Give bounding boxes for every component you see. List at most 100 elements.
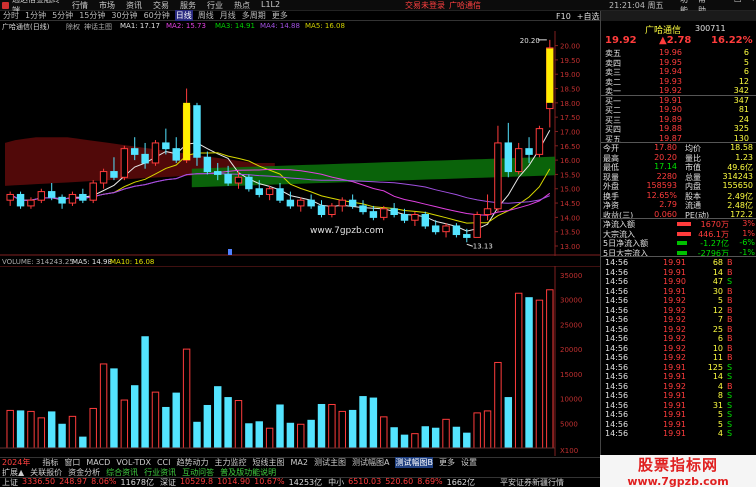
menu-item-2[interactable]: 资讯: [126, 0, 142, 11]
volume-bar[interactable]: [193, 421, 201, 449]
tick-row[interactable]: 14:56 19.91 30 B: [601, 287, 756, 297]
volume-bar[interactable]: [348, 409, 357, 449]
candle[interactable]: [245, 174, 253, 192]
volume-bar[interactable]: [245, 423, 253, 449]
flow-row[interactable]: 5日净流入额 -1.27亿 -6%: [601, 238, 756, 248]
volume-bar[interactable]: [131, 385, 139, 449]
volume-bar[interactable]: [390, 427, 398, 449]
volume-bar[interactable]: [328, 403, 336, 449]
candle[interactable]: [89, 180, 97, 204]
menu-item-6[interactable]: 热点: [234, 0, 250, 11]
period-tab-1[interactable]: 1分钟: [24, 10, 47, 21]
menu-item-5[interactable]: 行业: [207, 0, 223, 11]
menu-item-3[interactable]: 交易: [153, 0, 169, 11]
ask-row[interactable]: 卖二 19.93 12: [601, 77, 756, 87]
volume-bar[interactable]: [504, 397, 513, 449]
index-quote-0[interactable]: 上证 3336.50 248.97 8.06% 11678亿: [2, 477, 154, 487]
volume-bar[interactable]: [6, 409, 14, 449]
trade-login-status[interactable]: 交易未登录: [405, 0, 445, 11]
volume-bar[interactable]: [16, 410, 25, 449]
period-tab-4[interactable]: 30分钟: [110, 10, 138, 21]
volume-bar[interactable]: [525, 297, 533, 449]
stat-row[interactable]: 最高 20.20 量比 1.23: [601, 153, 756, 163]
index-quote-1[interactable]: 深证 10529.8 1014.90 10.67% 14253亿: [160, 477, 322, 487]
right-tool-1[interactable]: +自选: [577, 11, 600, 22]
volume-bar[interactable]: [110, 368, 118, 449]
volume-bar[interactable]: [442, 418, 450, 449]
volume-bar[interactable]: [141, 336, 149, 449]
period-tab-0[interactable]: 分时: [2, 10, 20, 21]
extension-tab-4[interactable]: 行业资讯: [144, 467, 176, 478]
extension-tab-2[interactable]: 资金分析: [68, 467, 100, 478]
menu-item-0[interactable]: 行情: [72, 0, 88, 11]
candle[interactable]: [151, 140, 160, 166]
stat-row[interactable]: 净资 2.79 流通 2.48亿: [601, 200, 756, 210]
candle[interactable]: [535, 125, 544, 158]
ask-row[interactable]: 卖五 19.96 6: [601, 48, 756, 58]
flow-row[interactable]: 净流入额 1670万 3%: [601, 219, 756, 229]
volume-bar[interactable]: [276, 404, 284, 449]
candle[interactable]: [193, 102, 201, 166]
volume-bar[interactable]: [411, 433, 419, 449]
volume-bar[interactable]: [369, 397, 378, 449]
period-tab-10[interactable]: 更多: [271, 10, 289, 21]
volume-bar[interactable]: [151, 391, 160, 449]
tick-row[interactable]: 14:56 19.92 25 B: [601, 325, 756, 335]
volume-bar[interactable]: [203, 404, 212, 449]
volume-bar[interactable]: [47, 411, 56, 449]
volume-bar[interactable]: [338, 410, 346, 449]
tick-row[interactable]: 14:56 19.91 68 B: [601, 258, 756, 268]
volume-bar[interactable]: [473, 412, 481, 449]
tick-row[interactable]: 14:56 19.91 14 B: [601, 268, 756, 278]
volume-bar[interactable]: [89, 407, 97, 449]
tick-row[interactable]: 14:56 19.91 4 S: [601, 429, 756, 439]
volume-bar[interactable]: [27, 410, 35, 449]
tick-row[interactable]: 14:56 19.92 12 B: [601, 306, 756, 316]
menu-item-1[interactable]: 市场: [99, 0, 115, 11]
period-tab-9[interactable]: 多周期: [241, 10, 267, 21]
volume-bar[interactable]: [380, 416, 388, 449]
tick-row[interactable]: 14:56 19.91 5 S: [601, 420, 756, 430]
extension-tab-6[interactable]: 普及版功能说明: [220, 467, 276, 478]
tick-row[interactable]: 14:56 19.92 6 B: [601, 334, 756, 344]
candle[interactable]: [473, 211, 481, 238]
extension-tab-1[interactable]: 关联报价: [30, 467, 62, 478]
extension-tab-0[interactable]: 扩展▲: [2, 467, 24, 478]
volume-bar[interactable]: [79, 436, 87, 449]
volume-bar[interactable]: [307, 419, 315, 449]
period-tab-8[interactable]: 月线: [219, 10, 237, 21]
tick-row[interactable]: 14:56 19.92 10 B: [601, 344, 756, 354]
volume-chart[interactable]: 35000 30000 25000 20000 15000 10000 5000 X100: [0, 266, 600, 456]
volume-bar[interactable]: [265, 427, 274, 449]
candle[interactable]: [421, 211, 430, 229]
tick-row[interactable]: 14:56 19.91 31 S: [601, 401, 756, 411]
volume-bar[interactable]: [286, 422, 295, 449]
period-tab-6[interactable]: 日线: [174, 10, 193, 21]
right-tool-0[interactable]: F10: [556, 12, 571, 21]
stat-row[interactable]: 外盘 158593 内盘 155650: [601, 181, 756, 191]
period-tab-2[interactable]: 5分钟: [51, 10, 74, 21]
tick-row[interactable]: 14:56 19.92 7 B: [601, 315, 756, 325]
volume-bar[interactable]: [234, 400, 243, 449]
menu-item-7[interactable]: L1L2: [261, 0, 280, 11]
volume-bar[interactable]: [99, 363, 108, 449]
volume-bar[interactable]: [546, 289, 554, 449]
volume-bar[interactable]: [463, 432, 471, 449]
volume-bar[interactable]: [182, 348, 191, 449]
bid-row[interactable]: 买三 19.89 24: [601, 115, 756, 125]
extension-tab-5[interactable]: 互动问答: [182, 467, 214, 478]
volume-bar[interactable]: [359, 396, 367, 449]
volume-bar[interactable]: [37, 417, 46, 449]
bid-row[interactable]: 买二 19.90 81: [601, 105, 756, 115]
volume-bar[interactable]: [162, 406, 170, 449]
tick-row[interactable]: 14:56 19.90 47 S: [601, 277, 756, 287]
ask-row[interactable]: 卖四 19.95 5: [601, 58, 756, 68]
kline-chart[interactable]: 20.00 19.50 19.00 18.50 18.00 17.50 17.00 16.50…: [0, 31, 600, 256]
volume-bar[interactable]: [483, 410, 492, 449]
menu-item-4[interactable]: 服务: [180, 0, 196, 11]
tick-row[interactable]: 14:56 19.92 5 B: [601, 296, 756, 306]
volume-bar[interactable]: [452, 426, 461, 449]
ask-row[interactable]: 卖三 19.94 6: [601, 67, 756, 77]
volume-bar[interactable]: [214, 386, 222, 449]
bid-row[interactable]: 买一 19.91 347: [601, 96, 756, 106]
